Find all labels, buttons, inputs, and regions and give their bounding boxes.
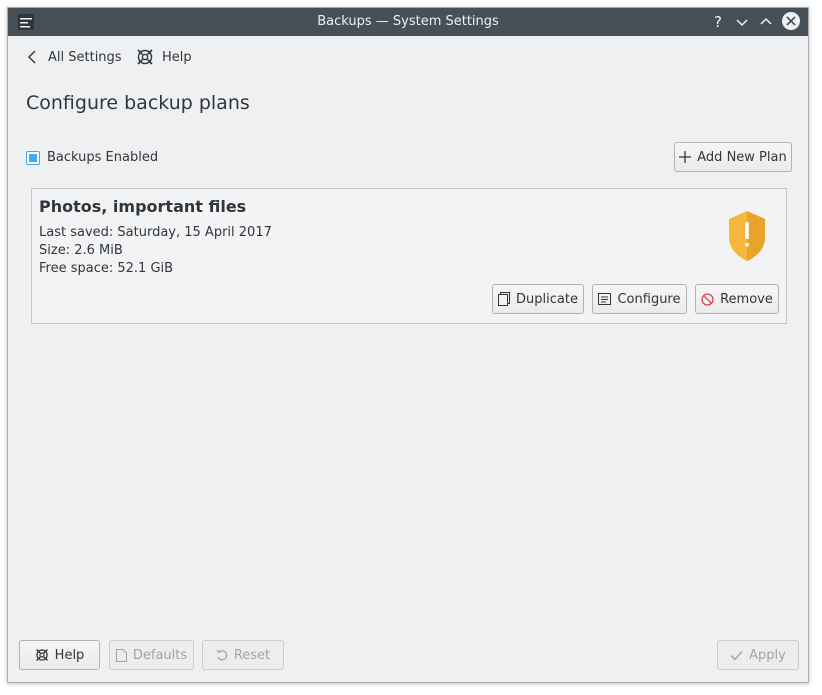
defaults-button[interactable]: Defaults — [109, 640, 194, 670]
page-title: Configure backup plans — [26, 92, 250, 114]
chevron-up-icon — [760, 17, 772, 25]
add-new-plan-label: Add New Plan — [697, 149, 787, 165]
lifebuoy-icon — [137, 49, 153, 65]
plan-last-saved: Last saved: Saturday, 15 April 2017 — [39, 225, 272, 240]
context-help-button[interactable]: ? — [708, 12, 728, 32]
defaults-document-icon — [115, 648, 127, 662]
minimize-button[interactable] — [732, 12, 752, 32]
checkmark-icon — [730, 650, 743, 661]
plan-name: Photos, important files — [39, 197, 247, 216]
title-bar[interactable]: Backups — System Settings ? — [8, 8, 808, 36]
navigation-bar: All Settings Help — [8, 36, 808, 76]
defaults-label: Defaults — [132, 647, 188, 663]
chevron-left-icon — [28, 50, 36, 64]
reset-label: Reset — [233, 647, 271, 663]
system-settings-window: Backups — System Settings ? All Settings… — [7, 7, 809, 683]
all-settings-back-button[interactable]: All Settings — [26, 47, 122, 67]
apply-button[interactable]: Apply — [717, 640, 799, 670]
remove-button[interactable]: Remove — [695, 284, 779, 314]
remove-label: Remove — [720, 291, 773, 307]
configure-label: Configure — [617, 291, 681, 307]
checkbox-checked[interactable] — [26, 150, 40, 165]
close-icon — [786, 16, 796, 26]
chevron-down-icon — [736, 19, 748, 27]
help-label: Help — [162, 49, 192, 65]
window-title: Backups — System Settings — [317, 14, 499, 29]
nav-help-button[interactable]: Help — [136, 47, 192, 67]
remove-icon — [701, 292, 714, 306]
apply-label: Apply — [749, 647, 786, 663]
warning-shield-icon — [729, 211, 765, 261]
plus-icon — [679, 151, 692, 163]
configure-icon — [598, 293, 612, 305]
undo-icon — [216, 649, 228, 661]
duplicate-button[interactable]: Duplicate — [492, 284, 584, 314]
plan-size: Size: 2.6 MiB — [39, 243, 123, 258]
duplicate-icon — [498, 292, 511, 306]
configure-button[interactable]: Configure — [592, 284, 687, 314]
backups-enabled-checkbox[interactable]: Backups Enabled — [26, 150, 158, 165]
footer-help-label: Help — [54, 647, 85, 663]
lifebuoy-icon — [35, 649, 48, 661]
backups-enabled-label: Backups Enabled — [47, 150, 159, 165]
plan-free-space: Free space: 52.1 GiB — [39, 261, 174, 276]
reset-button[interactable]: Reset — [202, 640, 284, 670]
close-button[interactable] — [782, 12, 800, 30]
backup-plan-card: Photos, important files Last saved: Satu… — [31, 188, 787, 324]
add-new-plan-button[interactable]: Add New Plan — [674, 142, 792, 172]
maximize-button[interactable] — [756, 12, 776, 32]
footer-help-button[interactable]: Help — [19, 640, 100, 670]
all-settings-label: All Settings — [48, 49, 122, 65]
duplicate-label: Duplicate — [516, 291, 578, 307]
